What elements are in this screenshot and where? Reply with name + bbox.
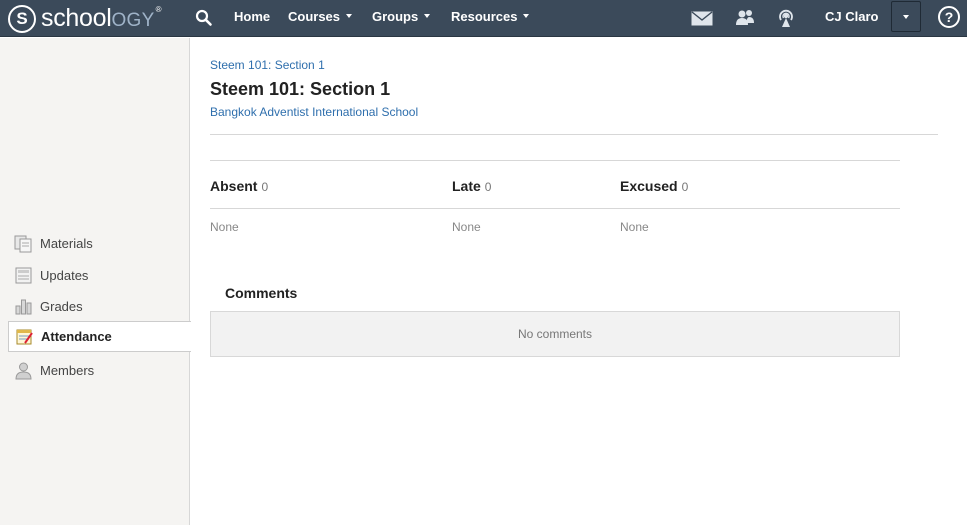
comments-title: Comments xyxy=(225,285,298,301)
search-icon[interactable] xyxy=(195,9,213,27)
course-sidebar: Materials Updates Grades Attendance Memb… xyxy=(0,38,191,525)
comments-box: No comments xyxy=(210,311,900,357)
sidebar-item-label: Members xyxy=(40,363,95,378)
notifications-icon[interactable] xyxy=(775,7,797,29)
messages-icon[interactable] xyxy=(691,7,713,29)
nav-resources-label: Resources xyxy=(451,9,518,24)
materials-icon xyxy=(14,235,32,253)
chevron-down-icon xyxy=(424,13,431,18)
excused-header: Excused 0 xyxy=(620,178,688,194)
late-label: Late xyxy=(452,178,481,194)
divider xyxy=(210,134,938,135)
absent-header: Absent 0 xyxy=(210,178,268,194)
user-name[interactable]: CJ Claro xyxy=(825,0,878,37)
sidebar-item-label: Materials xyxy=(40,236,93,251)
grades-icon xyxy=(15,299,32,315)
divider xyxy=(210,160,900,161)
attendance-icon xyxy=(16,329,33,345)
absent-label: Absent xyxy=(210,178,258,194)
excused-count: 0 xyxy=(681,180,689,194)
sidebar-item-label: Attendance xyxy=(41,329,112,344)
schoology-logo[interactable]: S schoology® xyxy=(8,4,161,33)
late-header: Late 0 xyxy=(452,178,491,194)
logo-mark: S xyxy=(8,4,36,33)
nav-groups[interactable]: Groups xyxy=(372,0,431,37)
chevron-down-icon xyxy=(523,13,530,18)
chevron-down-icon xyxy=(346,13,353,18)
sidebar-item-label: Updates xyxy=(40,268,89,283)
top-navigation-bar: S schoology® Home Courses Groups Resourc… xyxy=(0,0,967,37)
chevron-down-icon xyxy=(903,15,909,19)
sidebar-item-grades[interactable]: Grades xyxy=(0,291,190,322)
sidebar-item-attendance[interactable]: Attendance xyxy=(8,321,191,352)
page-title: Steem 101: Section 1 xyxy=(210,79,391,99)
nav-home-label: Home xyxy=(234,9,271,24)
updates-icon xyxy=(15,267,32,284)
excused-value: None xyxy=(620,220,649,234)
help-icon[interactable]: ? xyxy=(938,6,960,28)
divider xyxy=(210,208,900,209)
absent-value: None xyxy=(210,220,239,234)
logo-wordmark: schoology® xyxy=(41,4,162,32)
sidebar-item-members[interactable]: Members xyxy=(0,355,190,386)
late-value: None xyxy=(452,220,481,234)
nav-home[interactable]: Home xyxy=(234,0,270,37)
comments-empty-text: No comments xyxy=(517,327,593,341)
sidebar-item-label: Grades xyxy=(40,299,83,314)
requests-icon[interactable] xyxy=(734,7,756,29)
members-icon xyxy=(15,362,32,380)
excused-label: Excused xyxy=(620,178,678,194)
sidebar-item-updates[interactable]: Updates xyxy=(0,260,190,291)
user-menu-dropdown[interactable] xyxy=(891,1,921,32)
sidebar-item-materials[interactable]: Materials xyxy=(0,228,190,259)
nav-courses-label: Courses xyxy=(288,9,341,24)
main-content: Steem 101: Section 1 Steem 101: Section … xyxy=(191,38,967,525)
absent-count: 0 xyxy=(261,180,269,194)
breadcrumb[interactable]: Steem 101: Section 1 xyxy=(210,58,325,72)
nav-courses[interactable]: Courses xyxy=(288,0,353,37)
school-link[interactable]: Bangkok Adventist International School xyxy=(210,105,418,119)
late-count: 0 xyxy=(484,180,492,194)
nav-groups-label: Groups xyxy=(372,9,419,24)
nav-resources[interactable]: Resources xyxy=(451,0,530,37)
